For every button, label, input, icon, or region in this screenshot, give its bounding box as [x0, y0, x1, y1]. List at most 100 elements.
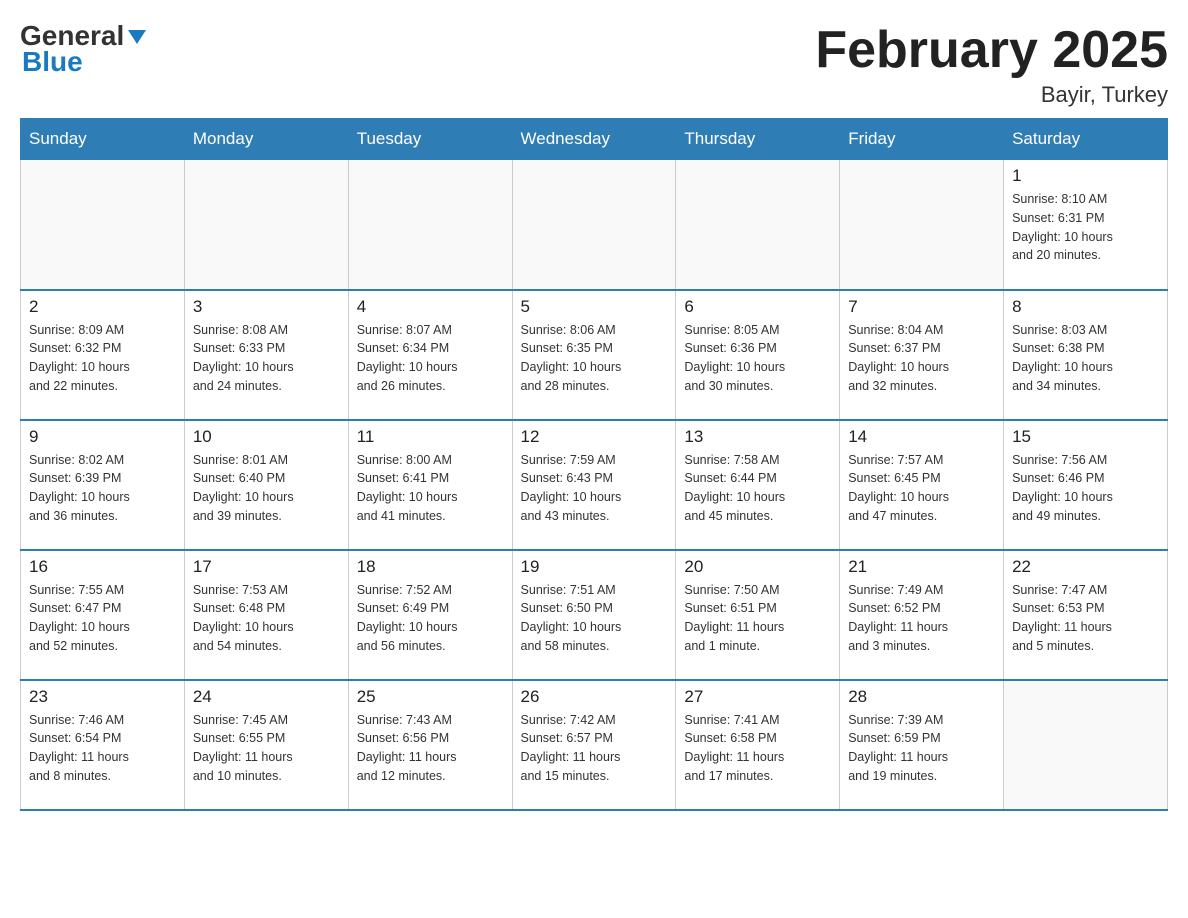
day-info: Sunrise: 7:42 AM Sunset: 6:57 PM Dayligh… [521, 711, 668, 786]
calendar-cell: 14 Sunrise: 7:57 AM Sunset: 6:45 PM Dayli… [840, 420, 1004, 550]
calendar-cell [1004, 680, 1168, 810]
day-info: Sunrise: 8:00 AM Sunset: 6:41 PM Dayligh… [357, 451, 504, 526]
day-info: Sunrise: 7:49 AM Sunset: 6:52 PM Dayligh… [848, 581, 995, 656]
day-info: Sunrise: 7:52 AM Sunset: 6:49 PM Dayligh… [357, 581, 504, 656]
calendar-week-row: 16 Sunrise: 7:55 AM Sunset: 6:47 PM Dayli… [21, 550, 1168, 680]
calendar-cell: 27 Sunrise: 7:41 AM Sunset: 6:58 PM Dayli… [676, 680, 840, 810]
logo-blue: Blue [22, 46, 83, 78]
day-number: 17 [193, 557, 340, 577]
day-number: 18 [357, 557, 504, 577]
weekday-header-row: SundayMondayTuesdayWednesdayThursdayFrid… [21, 119, 1168, 160]
calendar-cell: 6 Sunrise: 8:05 AM Sunset: 6:36 PM Daylig… [676, 290, 840, 420]
day-info: Sunrise: 8:02 AM Sunset: 6:39 PM Dayligh… [29, 451, 176, 526]
calendar-cell [184, 160, 348, 290]
day-info: Sunrise: 7:39 AM Sunset: 6:59 PM Dayligh… [848, 711, 995, 786]
day-info: Sunrise: 8:01 AM Sunset: 6:40 PM Dayligh… [193, 451, 340, 526]
logo: General Blue [20, 20, 148, 78]
day-info: Sunrise: 8:05 AM Sunset: 6:36 PM Dayligh… [684, 321, 831, 396]
day-number: 6 [684, 297, 831, 317]
day-number: 9 [29, 427, 176, 447]
calendar-week-row: 23 Sunrise: 7:46 AM Sunset: 6:54 PM Dayli… [21, 680, 1168, 810]
day-number: 12 [521, 427, 668, 447]
title-block: February 2025 Bayir, Turkey [815, 20, 1168, 108]
day-number: 4 [357, 297, 504, 317]
calendar-cell: 2Sunrise: 8:09 AM Sunset: 6:32 PM Daylig… [21, 290, 185, 420]
day-info: Sunrise: 7:55 AM Sunset: 6:47 PM Dayligh… [29, 581, 176, 656]
day-info: Sunrise: 7:58 AM Sunset: 6:44 PM Dayligh… [684, 451, 831, 526]
weekday-header-friday: Friday [840, 119, 1004, 160]
day-number: 27 [684, 687, 831, 707]
calendar-cell [21, 160, 185, 290]
calendar-body: 1 Sunrise: 8:10 AM Sunset: 6:31 PM Daylig… [21, 160, 1168, 810]
day-info: Sunrise: 8:03 AM Sunset: 6:38 PM Dayligh… [1012, 321, 1159, 396]
day-number: 22 [1012, 557, 1159, 577]
day-info: Sunrise: 7:56 AM Sunset: 6:46 PM Dayligh… [1012, 451, 1159, 526]
calendar-cell: 3 Sunrise: 8:08 AM Sunset: 6:33 PM Daylig… [184, 290, 348, 420]
day-number: 21 [848, 557, 995, 577]
calendar-cell: 8Sunrise: 8:03 AM Sunset: 6:38 PM Daylig… [1004, 290, 1168, 420]
calendar-cell: 23 Sunrise: 7:46 AM Sunset: 6:54 PM Dayli… [21, 680, 185, 810]
logo-triangle-icon [126, 26, 148, 48]
calendar-subtitle: Bayir, Turkey [815, 82, 1168, 108]
weekday-header-monday: Monday [184, 119, 348, 160]
day-number: 10 [193, 427, 340, 447]
weekday-header-wednesday: Wednesday [512, 119, 676, 160]
calendar-cell: 20 Sunrise: 7:50 AM Sunset: 6:51 PM Dayli… [676, 550, 840, 680]
day-info: Sunrise: 7:43 AM Sunset: 6:56 PM Dayligh… [357, 711, 504, 786]
calendar-cell: 28 Sunrise: 7:39 AM Sunset: 6:59 PM Dayli… [840, 680, 1004, 810]
calendar-cell: 5Sunrise: 8:06 AM Sunset: 6:35 PM Daylig… [512, 290, 676, 420]
weekday-header-sunday: Sunday [21, 119, 185, 160]
day-info: Sunrise: 8:10 AM Sunset: 6:31 PM Dayligh… [1012, 190, 1159, 265]
day-number: 16 [29, 557, 176, 577]
calendar-cell: 24 Sunrise: 7:45 AM Sunset: 6:55 PM Dayli… [184, 680, 348, 810]
calendar-title: February 2025 [815, 20, 1168, 80]
day-info: Sunrise: 7:53 AM Sunset: 6:48 PM Dayligh… [193, 581, 340, 656]
calendar-cell: 9 Sunrise: 8:02 AM Sunset: 6:39 PM Daylig… [21, 420, 185, 550]
calendar-week-row: 9 Sunrise: 8:02 AM Sunset: 6:39 PM Daylig… [21, 420, 1168, 550]
day-info: Sunrise: 7:57 AM Sunset: 6:45 PM Dayligh… [848, 451, 995, 526]
day-number: 28 [848, 687, 995, 707]
calendar-cell: 10 Sunrise: 8:01 AM Sunset: 6:40 PM Dayli… [184, 420, 348, 550]
day-number: 26 [521, 687, 668, 707]
day-info: Sunrise: 7:41 AM Sunset: 6:58 PM Dayligh… [684, 711, 831, 786]
day-info: Sunrise: 7:45 AM Sunset: 6:55 PM Dayligh… [193, 711, 340, 786]
calendar-header: SundayMondayTuesdayWednesdayThursdayFrid… [21, 119, 1168, 160]
day-number: 13 [684, 427, 831, 447]
calendar-cell: 1 Sunrise: 8:10 AM Sunset: 6:31 PM Daylig… [1004, 160, 1168, 290]
day-number: 23 [29, 687, 176, 707]
calendar-cell [512, 160, 676, 290]
weekday-header-tuesday: Tuesday [348, 119, 512, 160]
calendar-cell: 21 Sunrise: 7:49 AM Sunset: 6:52 PM Dayli… [840, 550, 1004, 680]
calendar-cell: 12 Sunrise: 7:59 AM Sunset: 6:43 PM Dayli… [512, 420, 676, 550]
calendar-cell: 4Sunrise: 8:07 AM Sunset: 6:34 PM Daylig… [348, 290, 512, 420]
day-number: 19 [521, 557, 668, 577]
calendar-cell: 19Sunrise: 7:51 AM Sunset: 6:50 PM Dayli… [512, 550, 676, 680]
page-header: General Blue February 2025 Bayir, Turkey [20, 20, 1168, 108]
day-number: 14 [848, 427, 995, 447]
day-number: 20 [684, 557, 831, 577]
calendar-cell: 13 Sunrise: 7:58 AM Sunset: 6:44 PM Dayli… [676, 420, 840, 550]
calendar-cell: 7 Sunrise: 8:04 AM Sunset: 6:37 PM Daylig… [840, 290, 1004, 420]
day-number: 3 [193, 297, 340, 317]
calendar-cell: 18 Sunrise: 7:52 AM Sunset: 6:49 PM Dayli… [348, 550, 512, 680]
day-info: Sunrise: 8:04 AM Sunset: 6:37 PM Dayligh… [848, 321, 995, 396]
day-info: Sunrise: 7:50 AM Sunset: 6:51 PM Dayligh… [684, 581, 831, 656]
calendar-cell: 17 Sunrise: 7:53 AM Sunset: 6:48 PM Dayli… [184, 550, 348, 680]
weekday-header-thursday: Thursday [676, 119, 840, 160]
calendar-table: SundayMondayTuesdayWednesdayThursdayFrid… [20, 118, 1168, 811]
day-number: 15 [1012, 427, 1159, 447]
day-number: 11 [357, 427, 504, 447]
day-info: Sunrise: 7:59 AM Sunset: 6:43 PM Dayligh… [521, 451, 668, 526]
day-number: 1 [1012, 166, 1159, 186]
day-number: 5 [521, 297, 668, 317]
day-info: Sunrise: 8:08 AM Sunset: 6:33 PM Dayligh… [193, 321, 340, 396]
day-number: 7 [848, 297, 995, 317]
day-info: Sunrise: 7:46 AM Sunset: 6:54 PM Dayligh… [29, 711, 176, 786]
day-info: Sunrise: 8:09 AM Sunset: 6:32 PM Dayligh… [29, 321, 176, 396]
calendar-cell [676, 160, 840, 290]
day-number: 25 [357, 687, 504, 707]
day-info: Sunrise: 7:47 AM Sunset: 6:53 PM Dayligh… [1012, 581, 1159, 656]
calendar-week-row: 2Sunrise: 8:09 AM Sunset: 6:32 PM Daylig… [21, 290, 1168, 420]
day-number: 24 [193, 687, 340, 707]
calendar-cell: 11 Sunrise: 8:00 AM Sunset: 6:41 PM Dayli… [348, 420, 512, 550]
